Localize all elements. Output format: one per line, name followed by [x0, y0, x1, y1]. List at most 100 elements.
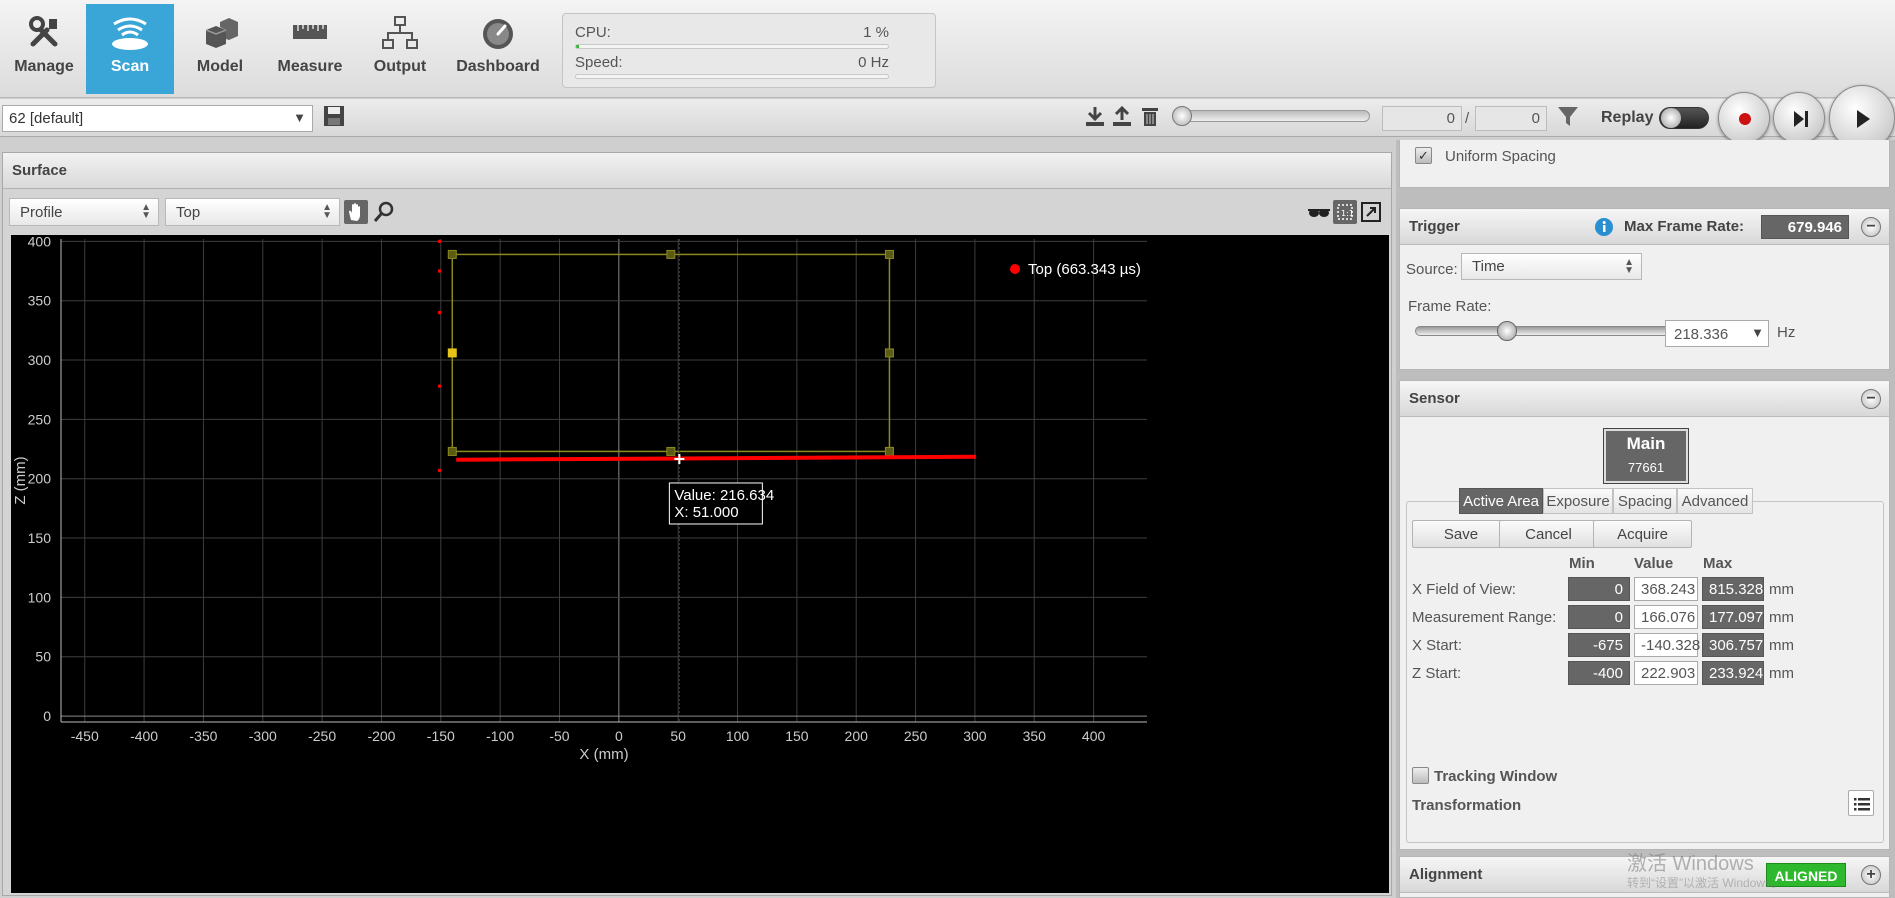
data-point — [437, 468, 442, 473]
roi-handle — [884, 446, 894, 456]
roi-rectangle — [451, 253, 891, 453]
tab-active-area[interactable]: Active Area — [1459, 488, 1543, 514]
frame-rate-slider-handle[interactable] — [1497, 321, 1518, 341]
zoom-icon[interactable] — [372, 200, 396, 224]
sensor-collapse-button[interactable]: − — [1861, 389, 1881, 409]
transformation-list-button[interactable] — [1848, 790, 1874, 816]
view-source-value: Top — [176, 204, 201, 221]
sensor-row-value-input[interactable]: 222.903 — [1634, 661, 1698, 685]
trash-icon[interactable] — [1138, 104, 1162, 128]
sensor-row-label: X Start: — [1412, 637, 1463, 654]
max-frame-rate-value: 679.946 — [1761, 215, 1849, 239]
cancel-button[interactable]: Cancel — [1499, 520, 1598, 548]
nav-dashboard-label: Dashboard — [456, 58, 540, 75]
frame-total-field: 0 — [1475, 106, 1547, 131]
replay-toggle[interactable] — [1659, 107, 1709, 129]
download-icon[interactable] — [1083, 104, 1107, 128]
pan-hand-icon[interactable] — [344, 200, 368, 224]
x-axis-label: X (mm) — [579, 746, 628, 763]
y-tick-label: 300 — [28, 352, 52, 368]
sensor-row-min: 0 — [1568, 577, 1630, 601]
replay-position-slider[interactable] — [1172, 106, 1370, 126]
data-point — [437, 384, 442, 388]
replay-slider-handle[interactable] — [1172, 106, 1192, 126]
chevron-down-icon[interactable]: ▼ — [1751, 325, 1764, 340]
expand-icon[interactable] — [1359, 200, 1383, 224]
step-button[interactable] — [1773, 92, 1825, 144]
x-tick-label: -300 — [249, 728, 277, 744]
svg-text:1:1: 1:1 — [1341, 209, 1354, 218]
save-icon[interactable] — [323, 105, 345, 127]
x-tick-label: 350 — [1023, 728, 1047, 744]
nav-manage-label: Manage — [14, 58, 74, 75]
nav-output-button[interactable]: Output — [356, 4, 444, 94]
tab-advanced[interactable]: Advanced — [1677, 488, 1753, 514]
sensor-row-label: Z Start: — [1412, 665, 1462, 682]
glasses-icon[interactable] — [1307, 200, 1331, 224]
fit-view-icon[interactable]: 1:1 — [1333, 200, 1357, 224]
nav-output-label: Output — [373, 58, 427, 75]
scan-icon — [112, 17, 148, 50]
filter-icon[interactable] — [1556, 104, 1580, 128]
sensor-row-max: 177.097 — [1702, 605, 1764, 629]
job-select[interactable]: 62 [default] ▼ — [2, 105, 313, 132]
sensor-row-min: -675 — [1568, 633, 1630, 657]
nav-dashboard-button[interactable]: Dashboard — [452, 4, 544, 94]
sensor-title: Sensor — [1409, 390, 1460, 407]
tab-spacing[interactable]: Spacing — [1613, 488, 1677, 514]
profile-chart[interactable]: -450 -400 -350 -300 -250 -200 -150 -100 -50 0 50 10… — [11, 235, 1389, 893]
tracking-window-checkbox[interactable] — [1412, 767, 1429, 784]
y-tick-label: 200 — [28, 471, 52, 487]
trigger-source-select[interactable]: Time ▲ ▼ — [1461, 253, 1642, 280]
sensor-row-value-input[interactable]: -140.328 — [1634, 633, 1700, 657]
upload-icon[interactable] — [1110, 104, 1134, 128]
nav-measure-button[interactable]: Measure — [266, 4, 354, 94]
x-tick-label: -200 — [367, 728, 395, 744]
info-icon[interactable] — [1594, 217, 1614, 237]
frame-current-field[interactable]: 0 — [1382, 106, 1462, 131]
sensor-row-label: X Field of View: — [1412, 581, 1516, 598]
nav-model-button[interactable]: Model — [176, 4, 264, 94]
sensor-row-max: 306.757 — [1702, 633, 1764, 657]
speed-bar — [575, 74, 889, 79]
acquire-button[interactable]: Acquire — [1593, 520, 1692, 548]
x-tick-label: 100 — [726, 728, 750, 744]
y-tick-label: 400 — [28, 235, 52, 249]
view-source-select[interactable]: Top ▲ ▼ — [165, 198, 340, 226]
sensor-row-unit: mm — [1769, 637, 1794, 654]
sensor-row-value-input[interactable]: 368.243 — [1634, 577, 1698, 601]
nav-manage-button[interactable]: Manage — [0, 4, 88, 94]
updown-arrow-icon: ▲ ▼ — [1624, 257, 1634, 276]
gauge-icon — [483, 19, 513, 49]
cubes-icon — [205, 18, 238, 48]
profile-plot[interactable]: -450 -400 -350 -300 -250 -200 -150 -100 -50 0 50 10… — [11, 235, 1389, 893]
y-tick-label: 50 — [35, 649, 51, 665]
sensor-row-value-input[interactable]: 166.076 — [1634, 605, 1698, 629]
surface-panel: Surface Profile ▲ ▼ Top ▲ ▼ 1:1 -450 -400 -3… — [2, 152, 1392, 896]
x-tick-label: 300 — [963, 728, 987, 744]
trigger-collapse-button[interactable]: − — [1861, 217, 1881, 237]
frame-rate-input[interactable]: 218.336 ▼ — [1665, 320, 1769, 347]
x-tick-label: -250 — [308, 728, 336, 744]
sensor-device-card[interactable]: Main 77661 — [1603, 428, 1689, 484]
save-button[interactable]: Save — [1412, 520, 1510, 548]
alignment-expand-button[interactable]: + — [1861, 865, 1881, 885]
sensor-header: Sensor − — [1400, 381, 1889, 417]
profile-line — [456, 454, 977, 462]
uniform-spacing-label: Uniform Spacing — [1445, 148, 1556, 165]
tab-exposure[interactable]: Exposure — [1543, 488, 1613, 514]
sensor-panel: Sensor − Main 77661 Active Area Exposure… — [1399, 380, 1890, 850]
uniform-spacing-checkbox[interactable]: ✓ — [1415, 147, 1432, 164]
legend-label: Top (663.343 µs) — [1028, 261, 1141, 278]
record-button[interactable] — [1718, 92, 1770, 144]
trigger-panel: Trigger Max Frame Rate: 679.946 − Source… — [1399, 208, 1890, 370]
sensor-device-name: Main — [1626, 434, 1666, 453]
view-mode-select[interactable]: Profile ▲ ▼ — [9, 198, 159, 226]
roi-handle — [447, 249, 457, 259]
cursor-tooltip: Value: 216.634 X: 51.000 — [668, 482, 774, 525]
sensor-row-min: -400 — [1568, 661, 1630, 685]
x-tick-label: 200 — [845, 728, 869, 744]
nav-scan-button[interactable]: Scan — [86, 4, 174, 94]
tools-icon — [29, 16, 58, 47]
y-tick-label: 100 — [28, 589, 52, 605]
